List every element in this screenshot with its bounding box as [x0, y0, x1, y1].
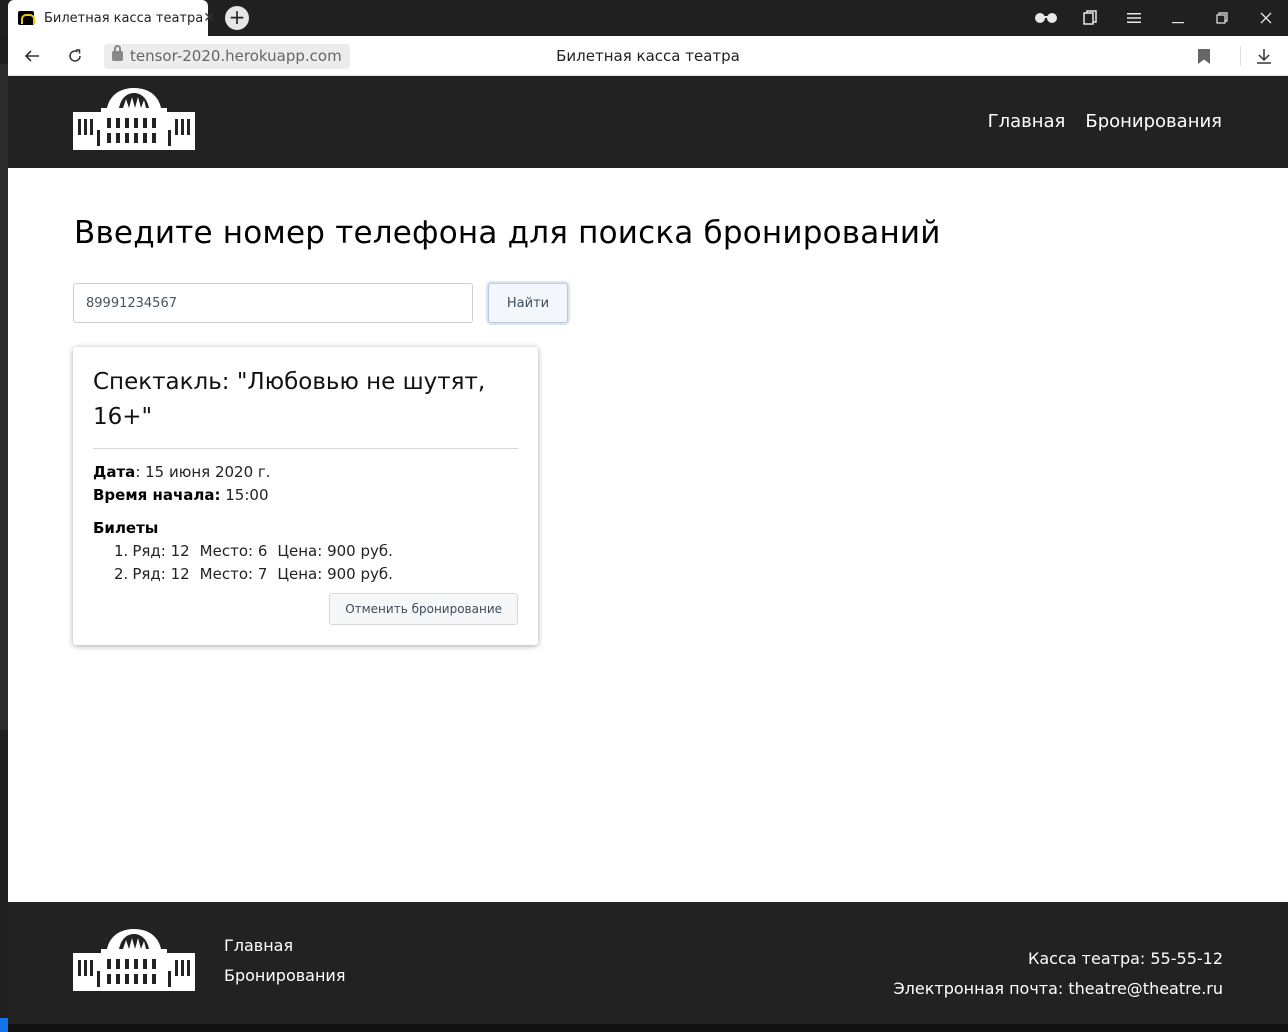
theatre-favicon-icon: [18, 11, 35, 25]
nav-bookings-link[interactable]: Бронирования: [1085, 111, 1222, 132]
taskbar-accent: [0, 1018, 8, 1032]
tickets-list: 1. Ряд: 12 Место: 6 Цена: 900 руб. 2. Ряд: 1…: [93, 540, 518, 586]
site-header: Главная Бронирования: [8, 76, 1288, 168]
ticket-number: 2.: [114, 565, 129, 583]
footer-nav: Главная Бронирования: [224, 936, 345, 986]
page-title: Введите номер телефона для поиска бронир…: [74, 215, 941, 251]
bookmark-icon[interactable]: [1198, 49, 1210, 64]
footer-contacts: Касса театра: 55-55-12 Электронная почта…: [893, 944, 1223, 1004]
window-bottom-edge: [8, 1024, 1288, 1032]
ticket-seat: Место: 7: [199, 565, 268, 583]
footer-home-link[interactable]: Главная: [224, 936, 345, 956]
card-divider: [93, 448, 518, 449]
reader-mode-icon[interactable]: [1024, 0, 1068, 36]
new-tab-icon[interactable]: +: [225, 6, 249, 30]
close-window-icon[interactable]: [1244, 0, 1288, 36]
ticket-number: 1.: [114, 542, 129, 560]
nav-home-link[interactable]: Главная: [988, 111, 1066, 132]
web-page: Главная Бронирования Введите номер телеф…: [8, 76, 1288, 1024]
minimize-icon[interactable]: [1156, 0, 1200, 36]
find-button[interactable]: Найти: [488, 283, 568, 323]
date-value: 15 июня 2020 г.: [145, 463, 271, 481]
window-controls: [1024, 0, 1288, 36]
time-label: Время начала:: [93, 486, 221, 504]
browser-tab[interactable]: Билетная касса театра ✕: [8, 0, 215, 36]
booking-card: Спектакль: "Любовью не шутят, 16+" Дата:…: [73, 347, 538, 645]
contact-email: Электронная почта: theatre@theatre.ru: [893, 979, 1223, 998]
box-office-phone: Касса театра: 55-55-12: [1028, 949, 1223, 968]
site-footer: Главная Бронирования Касса театра: 55-55…: [8, 902, 1288, 1024]
browser-tab-bar: Билетная касса театра ✕ +: [0, 0, 1288, 36]
download-icon[interactable]: [1252, 44, 1276, 68]
browser-address-bar: tensor-2020.herokuapp.com Билетная касса…: [8, 36, 1288, 76]
menu-icon[interactable]: [1112, 0, 1156, 36]
tickets-label: Билеты: [93, 519, 159, 537]
back-arrow-icon[interactable]: [20, 44, 44, 68]
url-field[interactable]: tensor-2020.herokuapp.com: [104, 44, 350, 69]
time-value: 15:00: [225, 486, 269, 504]
ticket-row: Ряд: 12: [132, 542, 190, 560]
footer-bookings-link[interactable]: Бронирования: [224, 966, 345, 986]
phone-input[interactable]: [73, 283, 473, 323]
reload-icon[interactable]: [63, 44, 87, 68]
url-text: tensor-2020.herokuapp.com: [130, 47, 342, 65]
ticket-item: 2. Ряд: 12 Место: 7 Цена: 900 руб.: [114, 563, 518, 586]
booking-title: Спектакль: "Любовью не шутят, 16+": [93, 369, 486, 430]
lock-icon: [112, 45, 123, 61]
tab-title: Билетная касса театра: [44, 10, 204, 26]
ticket-row: Ряд: 12: [132, 565, 190, 583]
booking-time: Время начала: 15:00: [93, 484, 518, 507]
restore-icon[interactable]: [1200, 0, 1244, 36]
ticket-price: Цена: 900 руб.: [277, 565, 393, 583]
ticket-seat: Место: 6: [199, 542, 268, 560]
theatre-logo-icon[interactable]: [73, 86, 195, 152]
date-label: Дата: [93, 463, 136, 481]
ticket-price: Цена: 900 руб.: [277, 542, 393, 560]
booking-date: Дата: 15 июня 2020 г.: [93, 463, 271, 481]
main-nav: Главная Бронирования: [988, 111, 1222, 132]
footer-theatre-logo-icon[interactable]: [73, 927, 195, 993]
close-tab-icon[interactable]: ✕: [203, 10, 215, 26]
desktop-background-lower: [0, 730, 8, 1032]
collections-icon[interactable]: [1068, 0, 1112, 36]
address-separator: [1240, 46, 1241, 66]
cancel-booking-button[interactable]: Отменить бронирование: [329, 593, 518, 625]
ticket-item: 1. Ряд: 12 Место: 6 Цена: 900 руб.: [114, 540, 518, 563]
